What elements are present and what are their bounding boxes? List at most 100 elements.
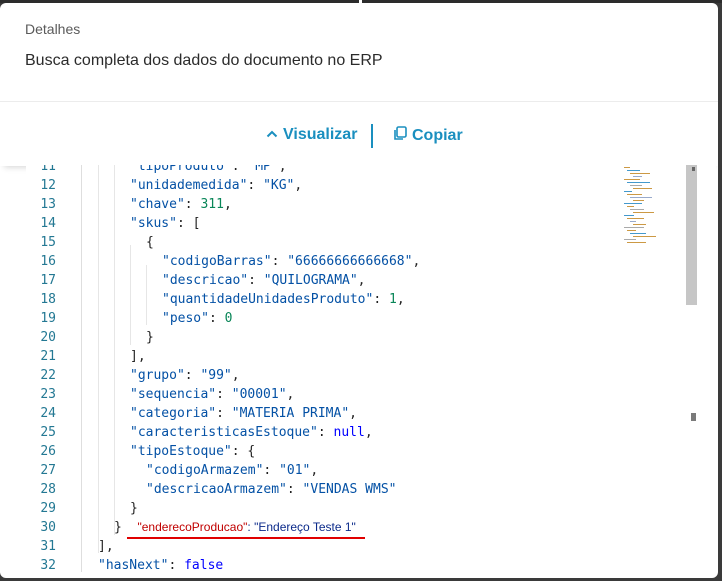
line-number: 23 — [40, 387, 56, 402]
code-text: { — [146, 233, 154, 252]
code-token: : — [216, 406, 232, 421]
minimap-line — [627, 242, 646, 243]
code-line: 18 "quantidadeUnidadesProduto": 1, — [26, 290, 626, 309]
code-token: , — [231, 368, 240, 383]
minimap-line — [627, 206, 634, 207]
code-text: ], — [98, 537, 114, 556]
code-line: 12 "unidademedida": "KG", — [26, 176, 626, 195]
code-token: , — [412, 254, 421, 269]
code-token: "codigoBarras" — [162, 254, 272, 269]
line-number: 21 — [40, 349, 56, 364]
code-line: 31], — [26, 537, 626, 556]
code-token: , — [278, 165, 287, 174]
code-minimap[interactable] — [622, 167, 662, 247]
line-number: 13 — [40, 197, 56, 212]
json-code-editor[interactable]: 11 "tipoProduto": "MP", 12 "unidademedida":… — [26, 165, 716, 572]
minimap-line — [630, 173, 650, 174]
code-token: "chave" — [130, 197, 185, 212]
minimap-line — [624, 227, 644, 228]
chevron-up-icon — [266, 126, 278, 144]
code-token: "Endereço Teste 1" — [254, 520, 356, 534]
code-line: 17 "descricao": "QUILOGRAMA", — [26, 271, 626, 290]
code-text: } — [130, 499, 138, 518]
code-token: : — [317, 425, 334, 440]
code-token: "descricao" — [162, 273, 249, 288]
code-text: "chave": 311, — [130, 195, 232, 214]
minimap-line — [630, 221, 636, 222]
visualizar-button[interactable]: Visualizar — [266, 126, 357, 144]
code-text: "quantidadeUnidadesProduto": 1, — [162, 290, 405, 309]
line-number: 20 — [40, 330, 56, 345]
line-number: 18 — [40, 292, 56, 307]
code-token: "sequencia" — [130, 387, 217, 402]
code-line: 26 "tipoEstoque": { — [26, 442, 626, 461]
line-number: 31 — [40, 539, 56, 554]
code-token: : [ — [176, 216, 201, 231]
code-text: } — [146, 328, 154, 347]
minimap-line — [630, 233, 646, 234]
minimap-line — [624, 179, 640, 180]
line-number: 14 — [40, 216, 56, 231]
minimap-line — [633, 176, 642, 177]
code-token: : — [168, 558, 185, 572]
code-line: 24 "categoria": "MATERIA PRIMA", — [26, 404, 626, 423]
code-text: "categoria": "MATERIA PRIMA", — [130, 404, 357, 423]
code-token: : — [216, 387, 232, 402]
code-token: "KG" — [263, 178, 295, 193]
code-token: } — [146, 330, 154, 345]
line-number: 24 — [40, 406, 56, 421]
minimap-line — [627, 170, 640, 171]
copiar-button[interactable]: Copiar — [393, 126, 463, 146]
code-token: : { — [231, 444, 256, 459]
minimap-line — [627, 218, 644, 219]
code-line: 13 "chave": 311, — [26, 195, 626, 214]
code-text: ], — [130, 347, 146, 366]
vertical-scrollbar[interactable] — [686, 165, 697, 305]
code-token: "00001" — [231, 387, 287, 402]
code-line: 30} "enderecoProducao": "Endereço Teste … — [26, 518, 626, 537]
code-token: "peso" — [162, 311, 209, 326]
code-token: "QUILOGRAMA" — [263, 273, 358, 288]
code-token: } — [130, 501, 138, 516]
code-token: ], — [130, 349, 146, 364]
line-number: 17 — [40, 273, 56, 288]
code-token: , — [349, 406, 357, 421]
code-token: : — [286, 482, 303, 497]
code-token: : — [248, 273, 264, 288]
line-number: 16 — [40, 254, 56, 269]
code-text: "grupo": "99", — [130, 366, 240, 385]
code-token: "codigoArmazem" — [146, 463, 264, 478]
section-title: Detalhes — [25, 21, 81, 37]
code-token: 1 — [388, 292, 397, 307]
copy-icon — [393, 126, 407, 146]
code-line: 14 "skus": [ — [26, 214, 626, 233]
code-token: "99" — [200, 368, 232, 383]
scrollbar-thumb-marker — [692, 167, 695, 171]
code-token: , — [364, 425, 373, 440]
code-text: "descricao": "QUILOGRAMA", — [162, 271, 366, 290]
code-text: "descricaoArmazem": "VENDAS WMS" — [146, 480, 396, 499]
code-token: "categoria" — [130, 406, 217, 421]
code-text: "hasNext": false — [98, 556, 223, 572]
json-toolbar: Visualizar Copiar — [0, 101, 718, 166]
code-text: "caracteristicasEstoque": null, — [130, 423, 373, 442]
line-number: 32 — [40, 558, 56, 572]
code-token: : — [271, 254, 288, 269]
code-text: } "enderecoProducao": "Endereço Teste 1" — [114, 518, 356, 537]
code-line: 23 "sequencia": "00001", — [26, 385, 626, 404]
code-token: "descricaoArmazem" — [146, 482, 287, 497]
minimap-line — [630, 185, 642, 186]
code-token: : — [184, 368, 201, 383]
toolbar-divider — [371, 124, 373, 148]
code-text: "codigoBarras": "66666666666668", — [162, 252, 420, 271]
code-token: 311 — [200, 197, 224, 212]
code-token: "unidademedida" — [130, 178, 248, 193]
code-token: : — [373, 292, 389, 307]
code-token: "66666666666668" — [287, 254, 413, 269]
line-number: 28 — [40, 482, 56, 497]
code-token: : — [208, 311, 225, 326]
code-token: { — [146, 235, 154, 250]
code-token: "hasNext" — [98, 558, 169, 572]
line-number: 11 — [40, 165, 56, 174]
line-number: 27 — [40, 463, 56, 478]
